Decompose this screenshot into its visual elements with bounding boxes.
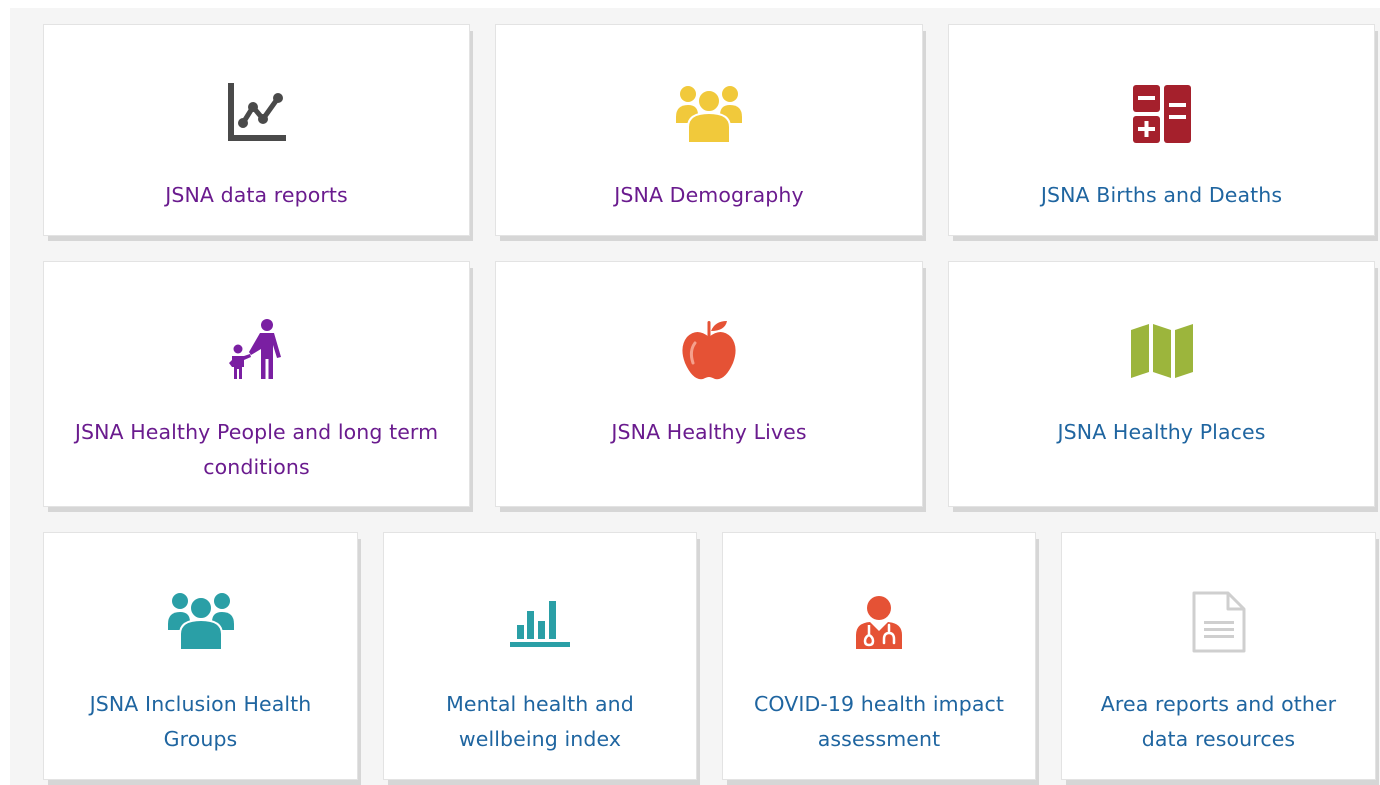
tile-label: JSNA Healthy Places: [1057, 420, 1266, 444]
bar-chart-icon: [510, 601, 570, 647]
tile-jsna-demography[interactable]: JSNA Demography: [495, 24, 923, 236]
tile-label: JSNA data reports: [165, 183, 348, 207]
tile-area-reports[interactable]: Area reports and other data resources: [1061, 532, 1376, 780]
parent-child-icon: [228, 319, 281, 379]
tile-label: COVID-19 health impact assessment: [753, 692, 1005, 751]
tile-label: JSNA Healthy People and long term condit…: [74, 420, 439, 479]
tile-label: JSNA Inclusion Health Groups: [89, 692, 312, 751]
tile-jsna-births-and-deaths[interactable]: JSNA Births and Deaths: [948, 24, 1375, 236]
people-group-icon: [167, 593, 234, 651]
document-icon: [1192, 591, 1245, 653]
tile-jsna-data-reports[interactable]: JSNA data reports: [43, 24, 470, 236]
tile-mental-health-index[interactable]: Mental health and wellbeing index: [383, 532, 697, 780]
tile-covid-19-impact-assessment[interactable]: COVID-19 health impact assessment: [722, 532, 1036, 780]
people-group-icon: [676, 86, 742, 144]
apple-icon: [682, 321, 736, 380]
tile-jsna-healthy-people[interactable]: JSNA Healthy People and long term condit…: [43, 261, 470, 507]
tile-jsna-healthy-lives[interactable]: JSNA Healthy Lives: [495, 261, 923, 507]
tile-label: Area reports and other data resources: [1100, 692, 1337, 751]
tile-label: JSNA Healthy Lives: [611, 420, 807, 444]
line-chart-icon: [227, 83, 286, 141]
map-icon: [1130, 324, 1193, 378]
calculator-icon: [1132, 85, 1191, 143]
tile-jsna-healthy-places[interactable]: JSNA Healthy Places: [948, 261, 1375, 507]
doctor-icon: [856, 596, 902, 649]
tile-label: Mental health and wellbeing index: [446, 692, 634, 751]
tile-jsna-inclusion-health-groups[interactable]: JSNA Inclusion Health Groups: [43, 532, 358, 780]
tile-label: JSNA Births and Deaths: [1040, 183, 1283, 207]
tile-label: JSNA Demography: [614, 183, 804, 207]
